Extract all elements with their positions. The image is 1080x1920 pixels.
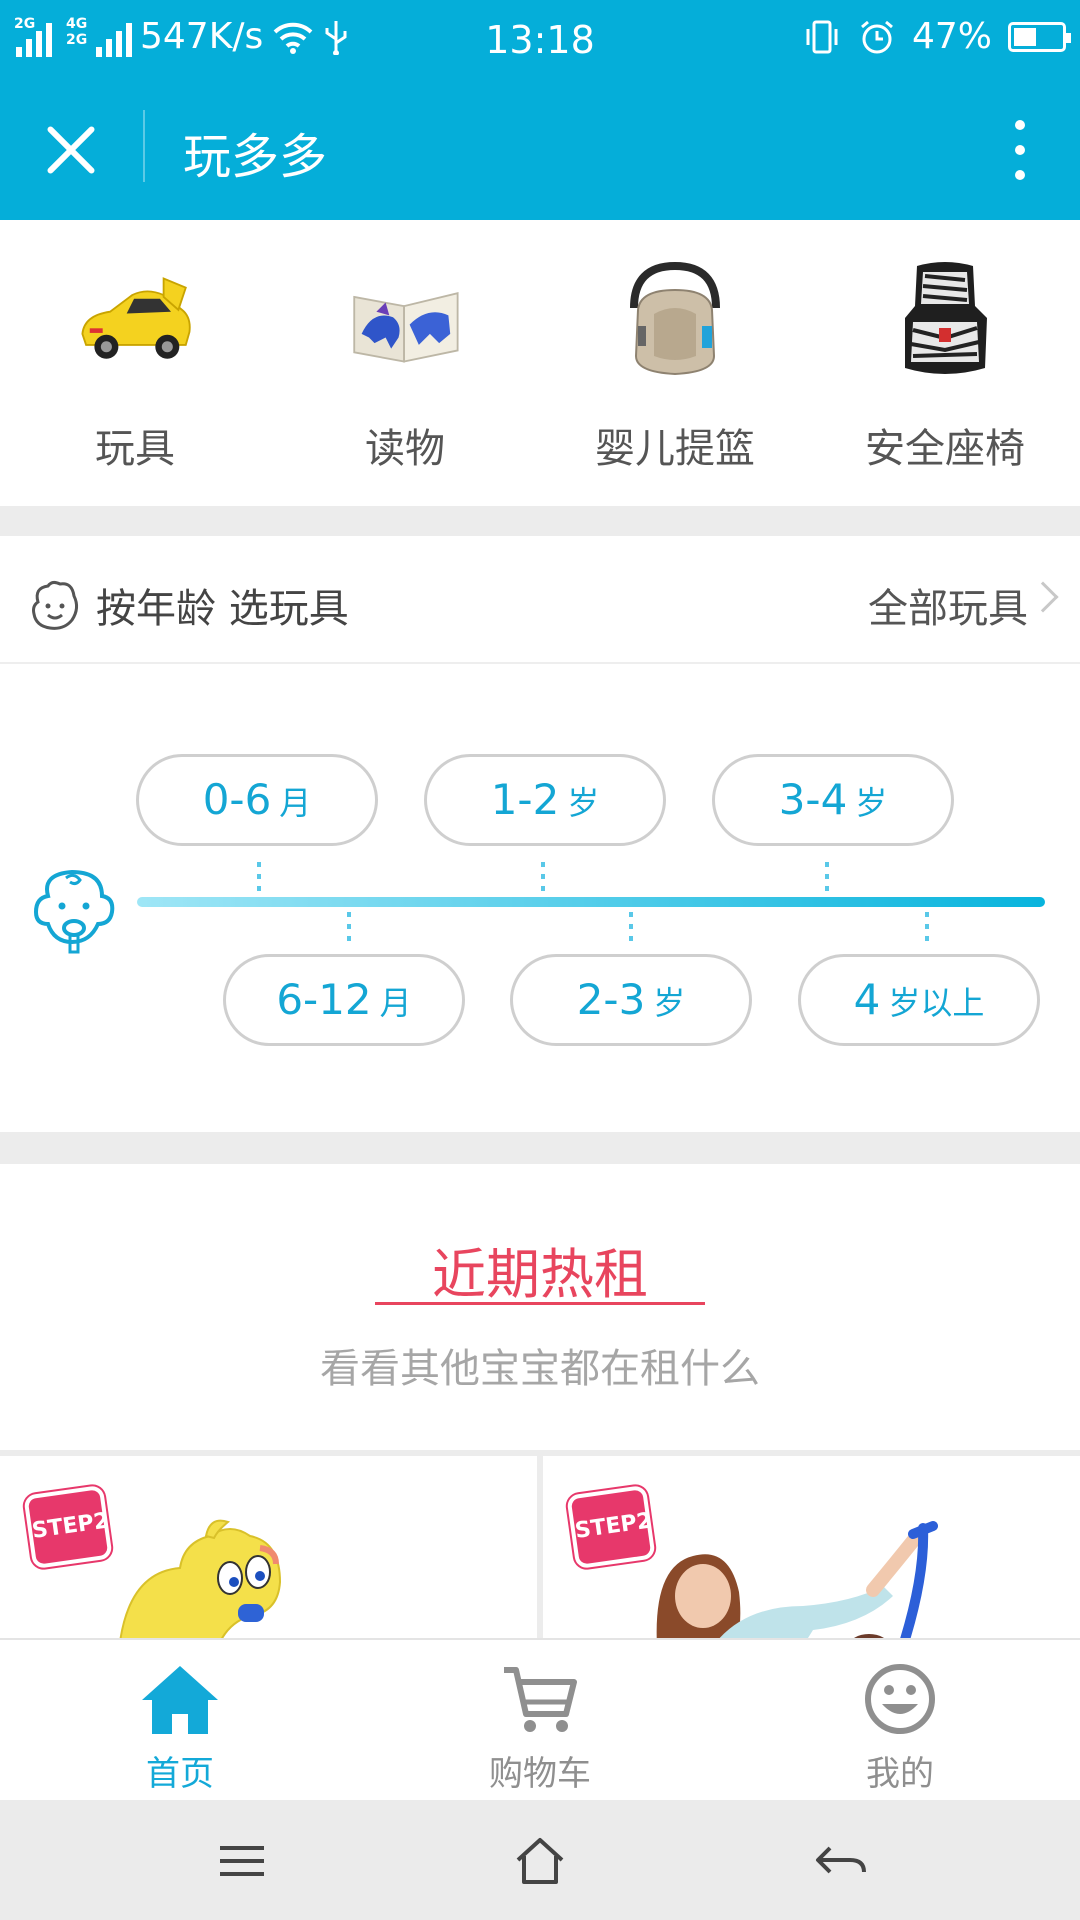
dinosaur-toy-image <box>119 1519 282 1638</box>
timeline-tick <box>629 912 633 942</box>
category-toys[interactable]: 玩具 <box>0 220 270 506</box>
category-label: 婴儿提篮 <box>595 426 755 472</box>
category-baby-carrier[interactable]: 婴儿提篮 <box>540 220 810 506</box>
age-range-1-2-years[interactable]: 1-2 岁 <box>424 754 666 846</box>
alarm-icon <box>861 20 893 53</box>
bottom-tab-bar: 首页 购物车 我的 <box>0 1638 1080 1800</box>
hot-rent-title: 近期热租 <box>432 1243 648 1306</box>
status-bar: 2G 4G 2G 547K/s 13:18 47% <box>0 0 1080 80</box>
system-nav-bar <box>0 1800 1080 1920</box>
age-range-number: 0-6 <box>202 775 272 824</box>
vibrate-icon <box>806 20 838 53</box>
back-icon[interactable] <box>810 1836 870 1886</box>
tab-label: 购物车 <box>489 1754 591 1794</box>
tab-cart[interactable]: 购物车 <box>360 1640 720 1800</box>
section-divider <box>0 506 1080 536</box>
age-range-number: 2-3 <box>576 975 646 1024</box>
smiley-icon <box>865 1664 935 1734</box>
category-label: 安全座椅 <box>865 426 1025 472</box>
chevron-right-icon[interactable] <box>1027 581 1059 613</box>
more-menu-icon[interactable] <box>990 110 1050 190</box>
category-safety-seat[interactable]: 安全座椅 <box>810 220 1080 506</box>
category-row: 玩具 读物 婴儿提篮 安全座椅 <box>0 220 1080 506</box>
age-range-unit: 月 <box>379 984 412 1022</box>
safety-seat-icon <box>885 260 1005 380</box>
tab-me[interactable]: 我的 <box>720 1640 1080 1800</box>
status-right: 47% <box>802 16 1071 57</box>
toy-car-icon <box>75 260 195 380</box>
baby-carrier-icon <box>615 260 735 380</box>
category-books[interactable]: 读物 <box>270 220 540 506</box>
cart-icon <box>504 1667 577 1732</box>
age-range-4-plus-years[interactable]: 4 岁以上 <box>798 954 1040 1046</box>
age-range-unit: 岁 <box>567 784 600 822</box>
home-icon <box>142 1666 218 1734</box>
home-nav-icon[interactable] <box>510 1836 570 1886</box>
timeline-tick <box>541 862 545 892</box>
age-range-unit: 岁 <box>855 784 888 822</box>
brand-badge: STEP2 <box>23 1484 113 1570</box>
age-range-number: 4 <box>853 975 881 1024</box>
timeline-tick <box>925 912 929 942</box>
hot-rent-section: 近期热租 看看其他宝宝都在租什么 <box>0 1164 1080 1452</box>
age-section-header: 按年龄 选玩具 全部玩具 <box>0 536 1080 664</box>
age-timeline-track <box>137 897 1045 907</box>
age-range-unit: 岁以上 <box>888 984 985 1022</box>
baby-icon <box>33 869 115 954</box>
age-range-unit: 月 <box>279 784 312 822</box>
product-grid: STEP2 STEP2 <box>0 1456 1080 1638</box>
tab-home[interactable]: 首页 <box>0 1640 360 1800</box>
tab-label: 我的 <box>866 1754 934 1794</box>
hot-rent-subtitle: 看看其他宝宝都在租什么 <box>320 1346 760 1392</box>
timeline-tick <box>825 862 829 892</box>
age-range-number: 6-12 <box>276 975 372 1024</box>
battery-icon <box>1008 21 1071 52</box>
age-section-title: 按年龄 选玩具 <box>96 586 349 632</box>
section-divider <box>0 1132 1080 1164</box>
woman-with-stroller-image <box>656 1521 938 1638</box>
all-toys-link[interactable]: 全部玩具 <box>868 576 1028 634</box>
age-range-0-6-months[interactable]: 0-6 月 <box>136 754 378 846</box>
timeline-tick <box>257 862 261 892</box>
age-range-2-3-years[interactable]: 2-3 岁 <box>510 954 752 1046</box>
age-range-6-12-months[interactable]: 6-12 月 <box>223 954 465 1046</box>
picture-book-icon <box>345 260 465 380</box>
age-range-number: 3-4 <box>778 775 848 824</box>
page-title: 玩多多 <box>183 129 328 185</box>
close-icon[interactable] <box>32 110 112 190</box>
battery-percent: 47% <box>911 16 992 57</box>
title-bar: 玩多多 <box>0 80 1080 220</box>
age-range-unit: 岁 <box>653 984 686 1022</box>
age-range-3-4-years[interactable]: 3-4 岁 <box>712 754 954 846</box>
title-divider <box>143 110 145 182</box>
brand-badge: STEP2 <box>566 1484 656 1570</box>
baby-face-icon <box>32 580 79 630</box>
tab-label: 首页 <box>146 1754 214 1794</box>
product-card[interactable]: STEP2 <box>543 1456 1080 1638</box>
menu-icon[interactable] <box>212 1836 272 1886</box>
category-label: 读物 <box>365 426 445 472</box>
age-timeline: 0-6 月 1-2 岁 3-4 岁 6-12 月 2-3 岁 4 岁以上 <box>0 666 1080 1132</box>
product-card[interactable]: STEP2 <box>0 1456 537 1638</box>
hot-rent-underline <box>375 1302 705 1305</box>
age-range-number: 1-2 <box>490 775 560 824</box>
category-label: 玩具 <box>95 426 175 472</box>
timeline-tick <box>347 912 351 942</box>
